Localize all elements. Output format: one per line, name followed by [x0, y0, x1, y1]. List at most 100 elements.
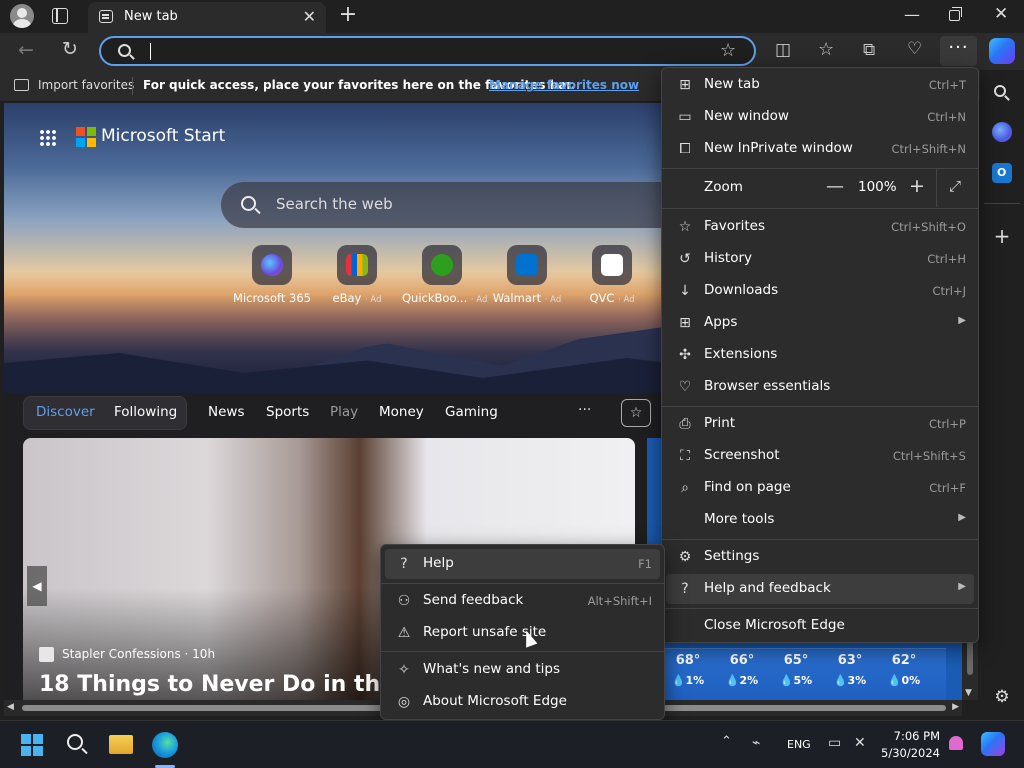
file-explorer-folder-icon[interactable]: [109, 735, 133, 754]
menu-item-favorites[interactable]: ☆ Favorites Ctrl+Shift+O: [666, 212, 974, 242]
show-hidden-icons-chevron-up-icon[interactable]: ⌃: [721, 734, 732, 749]
import-favorites-button[interactable]: Import favorites: [38, 78, 134, 92]
chevron-right-icon: ▶: [958, 512, 966, 523]
speaker-muted-icon[interactable]: ✕: [854, 735, 866, 751]
menu-item-shortcut: Ctrl+Shift+N: [891, 142, 966, 156]
quick-link-ebay[interactable]: eBay · Ad: [317, 245, 397, 305]
menu-item-label: Apps: [704, 314, 738, 330]
web-search-box[interactable]: Search the web: [221, 182, 721, 228]
menu-item-help-and-feedback[interactable]: ? Help and feedback ▶: [666, 574, 974, 604]
menu-item-more-tools[interactable]: More tools ▶: [666, 505, 974, 535]
menu-item-apps[interactable]: ⊞ Apps ▶: [666, 308, 974, 338]
menu-item-browser-essentials[interactable]: ♡ Browser essentials: [666, 372, 974, 402]
menu-item-new-window[interactable]: ▭ New window Ctrl+N: [666, 102, 974, 132]
menu-item-new-inprivate-window[interactable]: ⧠ New InPrivate window Ctrl+Shift+N: [666, 134, 974, 164]
menu-item-shortcut: Ctrl+H: [927, 252, 966, 266]
browser-essentials-icon[interactable]: ♡: [907, 39, 922, 59]
fullscreen-icon[interactable]: ⤢: [949, 177, 961, 195]
profile-avatar[interactable]: [10, 4, 34, 28]
tab-new-tab[interactable]: New tab ✕: [88, 2, 326, 33]
menu-item-shortcut: Ctrl+N: [927, 110, 966, 124]
notification-bell-icon[interactable]: [949, 736, 963, 750]
zoom-out-button[interactable]: —: [826, 176, 844, 197]
tab-gaming[interactable]: Gaming: [445, 404, 498, 420]
ad-badge: · Ad: [365, 295, 382, 305]
display-icon[interactable]: ▭: [828, 735, 841, 751]
brand-title: Microsoft Start: [101, 126, 226, 146]
taskbar-search-icon[interactable]: [67, 734, 83, 750]
ad-badge: · Ad: [618, 295, 635, 305]
app-launcher-icon[interactable]: [39, 129, 57, 147]
menu-item-screenshot[interactable]: ⛶ Screenshot Ctrl+Shift+S: [666, 441, 974, 471]
quick-link-microsoft-365[interactable]: Microsoft 365: [232, 245, 312, 305]
sidebar-settings-gear-icon[interactable]: ⚙: [992, 688, 1012, 708]
tab-sports[interactable]: Sports: [266, 404, 309, 420]
menu-item-shortcut: Ctrl+Shift+S: [892, 449, 966, 463]
minimize-button[interactable]: —: [904, 5, 920, 24]
address-input[interactable]: [147, 41, 707, 61]
settings-and-more-button[interactable]: ···: [940, 36, 977, 66]
add-sidebar-app-icon[interactable]: +: [992, 226, 1012, 247]
add-favorite-star-icon[interactable]: ☆: [720, 40, 736, 61]
clock-date[interactable]: 5/30/2024: [878, 746, 940, 760]
tab-play[interactable]: Play: [330, 404, 358, 420]
tab-discover[interactable]: Discover: [36, 404, 95, 420]
menu-item-history[interactable]: ↺ History Ctrl+H: [666, 244, 974, 274]
personalize-star-icon[interactable]: ☆: [621, 399, 651, 427]
back-button[interactable]: ←: [18, 39, 34, 61]
menu-item-print[interactable]: ⎙ Print Ctrl+P: [666, 409, 974, 439]
ad-badge: · Ad: [470, 295, 488, 305]
tab-close-icon[interactable]: ✕: [303, 7, 316, 26]
tab-actions-icon[interactable]: [52, 8, 68, 24]
close-window-button[interactable]: ✕: [994, 4, 1008, 24]
copilot-icon[interactable]: [989, 38, 1015, 64]
favorites-icon[interactable]: ☆: [818, 39, 834, 60]
quick-link-walmart[interactable]: Walmart · Ad: [487, 245, 567, 305]
submenu-item-send-feedback[interactable]: ⚇ Send feedback Alt+Shift+I: [385, 586, 660, 616]
menu-item-settings[interactable]: ⚙ Settings: [666, 542, 974, 572]
outlook-icon[interactable]: O: [992, 163, 1012, 183]
quick-link-tile: [252, 245, 292, 285]
quick-link-quickbooks[interactable]: QuickBoo... · Ad: [402, 245, 487, 305]
previous-slide-button[interactable]: ◀: [27, 566, 47, 606]
zoom-in-button[interactable]: +: [909, 175, 925, 197]
quick-link-label: Microsoft 365: [232, 291, 312, 305]
scroll-left-arrow-icon[interactable]: ◀: [7, 702, 14, 712]
restore-button[interactable]: [949, 7, 962, 21]
quick-link-qvc[interactable]: QVC · Ad: [572, 245, 652, 305]
menu-item-extensions[interactable]: ✣ Extensions: [666, 340, 974, 370]
menu-item-new-tab[interactable]: ⊞ New tab Ctrl+T: [666, 70, 974, 100]
card-title[interactable]: 18 Things to Never Do in the Sh: [39, 672, 434, 697]
manage-favorites-link[interactable]: Manage favorites now: [489, 78, 639, 92]
quick-link-name: Walmart: [492, 291, 542, 305]
split-screen-icon[interactable]: ◫: [775, 40, 791, 60]
network-icon[interactable]: ⌁: [752, 735, 760, 751]
new-tab-button[interactable]: +: [338, 2, 358, 27]
forecast-hour: 66° 💧2%: [717, 653, 767, 687]
tab-money[interactable]: Money: [379, 404, 424, 420]
tab-news[interactable]: News: [208, 404, 244, 420]
input-language[interactable]: ENG: [787, 738, 811, 751]
clock-time[interactable]: 7:06 PM: [888, 729, 940, 743]
address-bar[interactable]: ☆: [99, 36, 756, 66]
menu-item-find-on-page[interactable]: ⌕ Find on page Ctrl+F: [666, 473, 974, 503]
submenu-item-whats-new[interactable]: ✧ What's new and tips: [385, 655, 660, 685]
edge-browser-icon[interactable]: [152, 732, 178, 758]
menu-item-close-edge[interactable]: Close Microsoft Edge: [666, 611, 974, 641]
divider: [381, 583, 664, 584]
refresh-button[interactable]: ↻: [62, 38, 78, 60]
scroll-down-arrow-icon[interactable]: ▼: [965, 688, 972, 698]
menu-item-downloads[interactable]: ↓ Downloads Ctrl+J: [666, 276, 974, 306]
more-topics-button[interactable]: ···: [578, 402, 591, 418]
submenu-item-help[interactable]: ? Help F1: [385, 549, 660, 579]
menu-item-label: Help: [423, 555, 454, 571]
quick-link-label: eBay · Ad: [317, 291, 397, 305]
start-button-windows-icon[interactable]: [21, 734, 43, 756]
scroll-right-arrow-icon[interactable]: ▶: [952, 702, 959, 712]
taskbar-copilot-icon[interactable]: [981, 732, 1005, 756]
submenu-item-about-edge[interactable]: ◎ About Microsoft Edge: [385, 687, 660, 717]
sidebar-copilot-icon[interactable]: [992, 122, 1012, 142]
collections-icon[interactable]: ⧉: [863, 40, 875, 60]
sidebar-search-icon[interactable]: [992, 83, 1012, 103]
tab-following[interactable]: Following: [114, 404, 177, 420]
